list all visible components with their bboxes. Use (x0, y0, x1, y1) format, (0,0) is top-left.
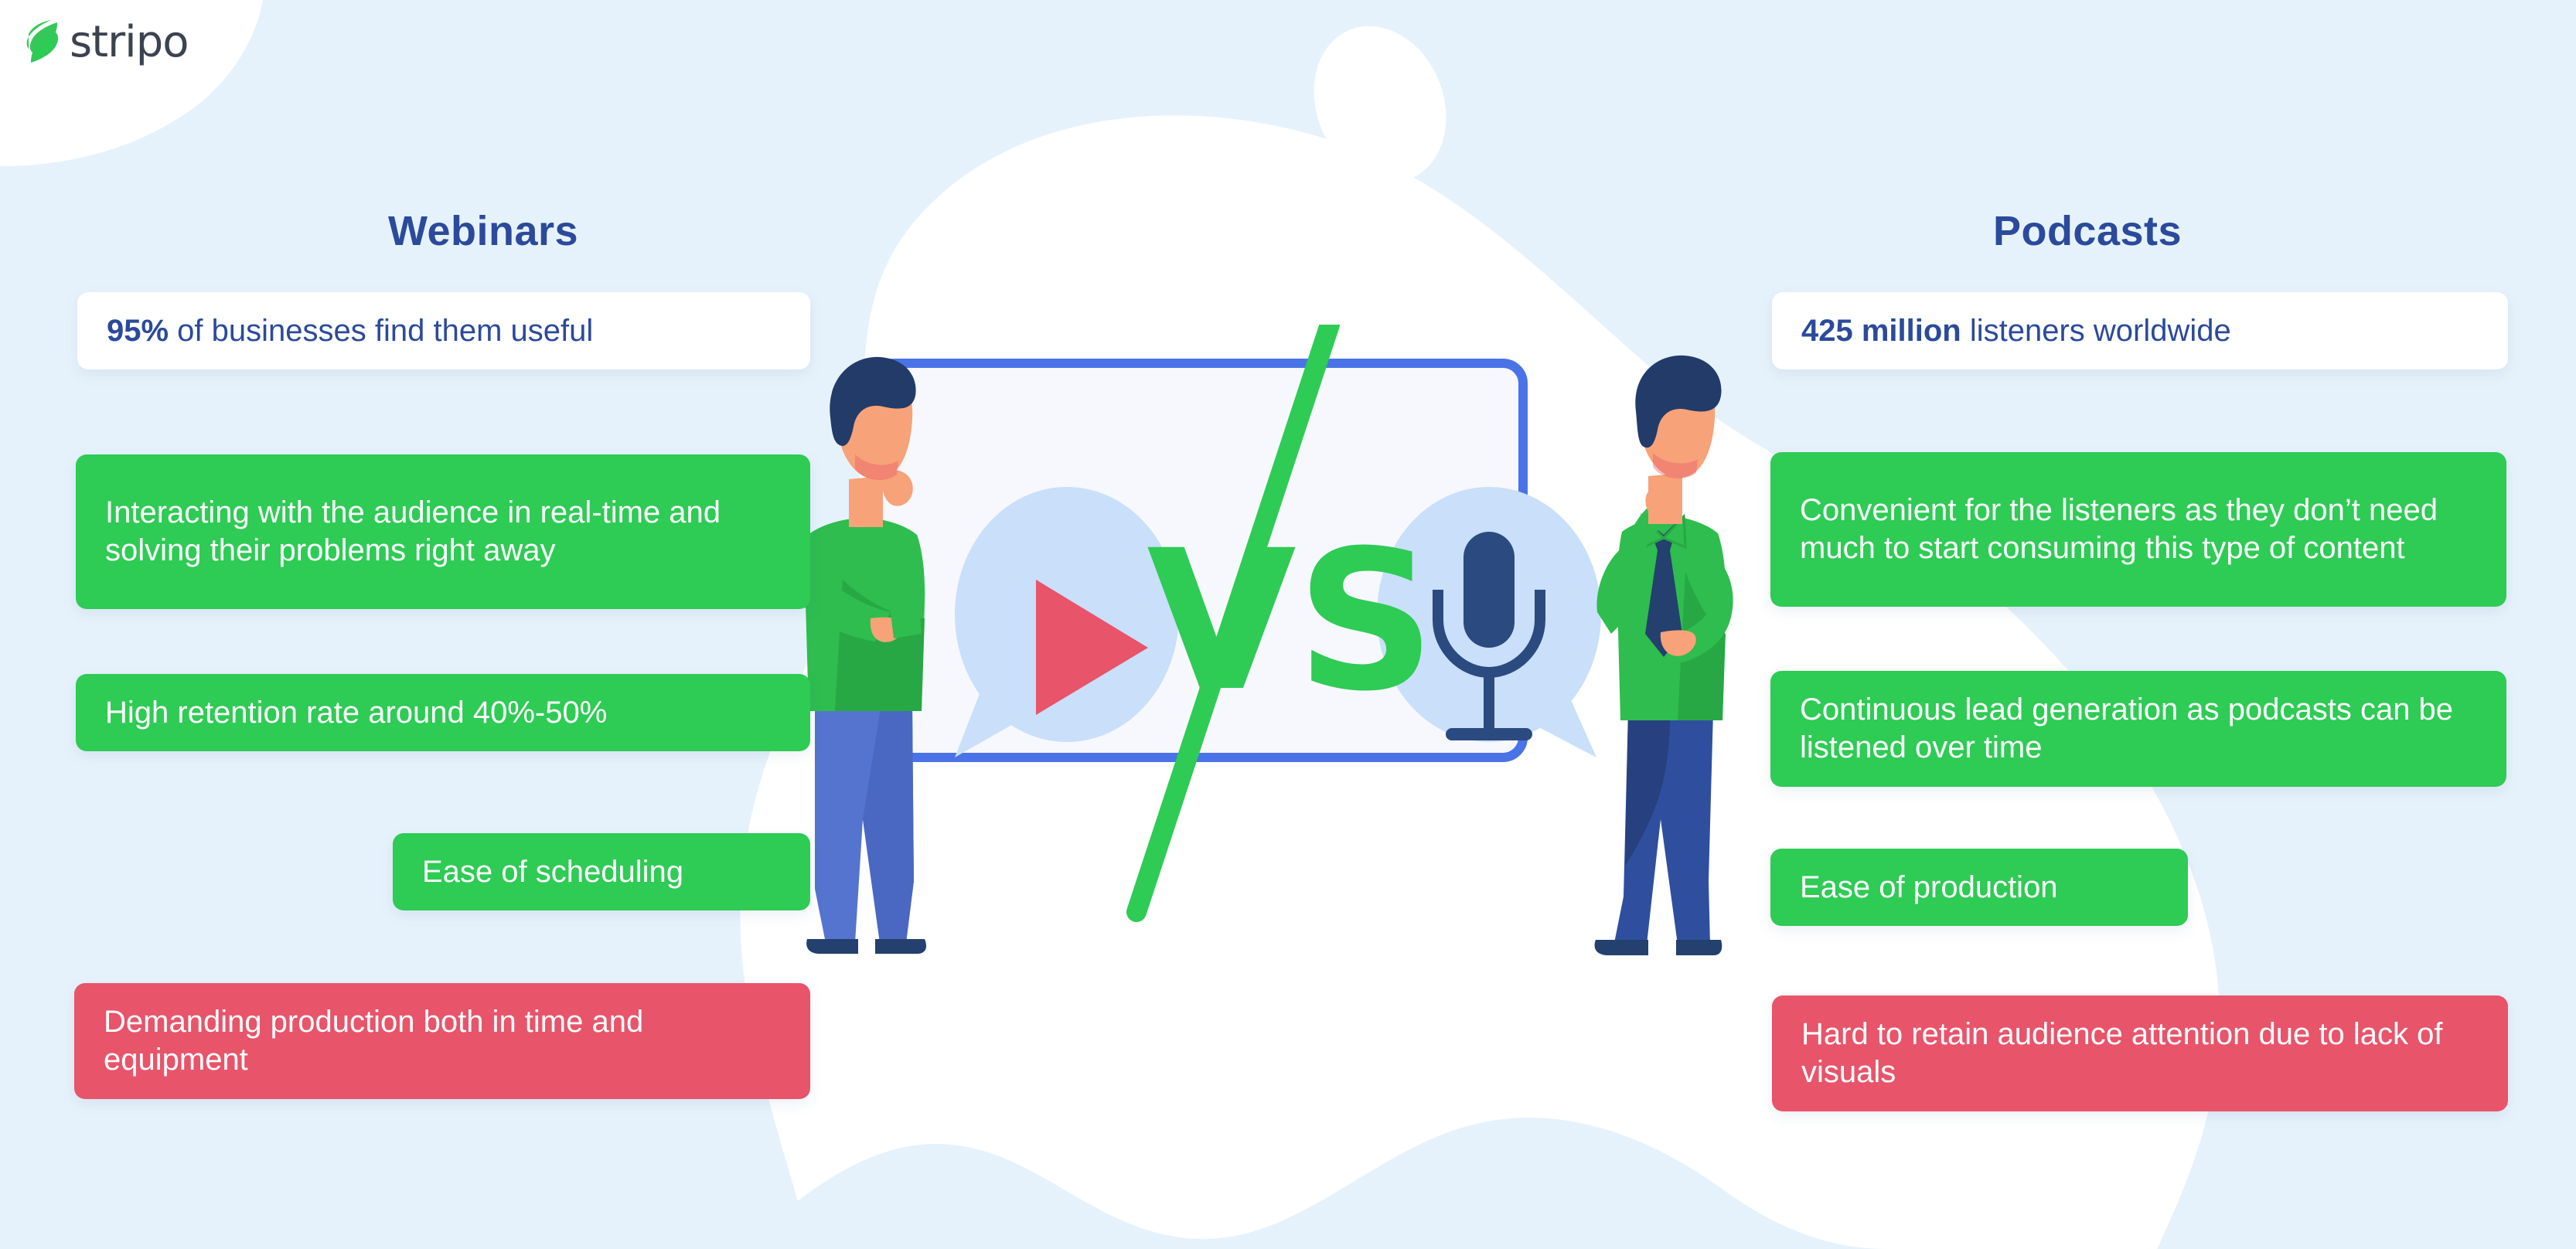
webinars-point-4-text: Demanding production both in time and eq… (104, 1005, 644, 1077)
webinars-stat-card: 95% of businesses find them useful (77, 292, 810, 369)
podcasts-point-3-text: Ease of production (1800, 870, 2058, 904)
stripo-logo[interactable]: stripo (23, 19, 189, 66)
podcasts-point-4: Hard to retain audience attention due to… (1772, 995, 2508, 1111)
podcasts-point-1: Convenient for the listeners as they don… (1770, 452, 2506, 607)
webinars-point-2-text: High retention rate around 40%-50% (105, 695, 608, 730)
webinars-point-1: Interacting with the audience in real-ti… (76, 454, 810, 609)
column-title-podcasts: Podcasts (1992, 208, 2182, 254)
podcasts-point-4-text: Hard to retain audience attention due to… (1801, 1017, 2443, 1089)
floating-ellipse-shape (1314, 26, 1446, 183)
webinars-point-4: Demanding production both in time and eq… (74, 983, 810, 1099)
vs-illustration: VS (789, 325, 1794, 1036)
webinars-stat-highlight: 95% (107, 313, 169, 348)
right-character-puzzled-man (1594, 355, 1733, 955)
podcasts-point-2: Continuous lead generation as podcasts c… (1770, 671, 2506, 787)
blob-bottom-wave (742, 1118, 1886, 1249)
podcasts-point-1-text: Convenient for the listeners as they don… (1800, 493, 2438, 565)
stripo-logo-text: stripo (70, 17, 189, 67)
podcasts-point-3: Ease of production (1770, 849, 2188, 926)
left-character-thinking-man (794, 356, 926, 954)
infographic-canvas: stripo Webinars Podcasts 95% of business… (0, 0, 2576, 1249)
webinars-point-3-text: Ease of scheduling (422, 854, 684, 889)
podcasts-point-2-text: Continuous lead generation as podcasts c… (1800, 693, 2454, 764)
stripo-lightning-icon (26, 20, 59, 63)
vs-label: VS (1147, 509, 1436, 733)
podcasts-stat-highlight: 425 million (1801, 313, 1961, 348)
column-title-webinars: Webinars (387, 208, 579, 254)
webinars-point-1-text: Interacting with the audience in real-ti… (105, 495, 721, 567)
podcasts-stat-card: 425 million listeners worldwide (1772, 292, 2508, 369)
webinars-stat-rest: of businesses find them useful (169, 313, 594, 348)
webinars-point-3: Ease of scheduling (393, 833, 810, 910)
webinars-point-2: High retention rate around 40%-50% (76, 674, 810, 751)
podcasts-stat-rest: listeners worldwide (1961, 313, 2231, 348)
